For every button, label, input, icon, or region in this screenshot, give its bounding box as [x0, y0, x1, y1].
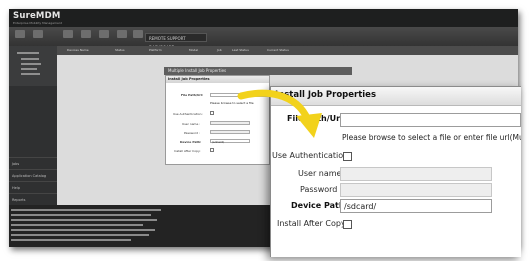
- column-header[interactable]: Status: [115, 48, 125, 52]
- small-file-path-label: File Path/Url:: [181, 93, 204, 97]
- small-username-label: User name :: [182, 122, 201, 126]
- log-line: [11, 239, 131, 241]
- small-use-auth-label: Use Authentication:: [173, 112, 203, 116]
- app-logo: SureMDM: [13, 11, 61, 21]
- tree-node[interactable]: [21, 68, 37, 70]
- app-logo-subtitle: Enterprise Mobility Management: [13, 21, 62, 25]
- small-install-job-dialog: Install Job Properties File Path/Url: Pl…: [165, 75, 270, 165]
- username-input[interactable]: [340, 167, 492, 181]
- toolbar-button-icon[interactable]: [33, 30, 43, 38]
- small-device-path-label: Device Path:: [180, 140, 202, 144]
- toolbar-button-icon[interactable]: [117, 30, 127, 38]
- column-header[interactable]: Devices Name: [67, 48, 89, 52]
- toolbar-button-icon[interactable]: [15, 30, 25, 38]
- file-path-label: File Path/Url:: [287, 114, 347, 123]
- log-line: [11, 214, 151, 216]
- small-hint-text: Please browse to select a file: [210, 101, 254, 105]
- small-file-path-input[interactable]: [210, 93, 269, 97]
- install-after-copy-label: Install After Copy:: [277, 219, 348, 228]
- column-header[interactable]: Model: [189, 48, 198, 52]
- sidebar-item-jobs[interactable]: Jobs: [9, 157, 57, 169]
- dialog-title-bar: Install Job Properties: [271, 87, 521, 106]
- device-grid-header: Devices Name Status Platform Model Job L…: [57, 46, 518, 55]
- small-use-auth-checkbox[interactable]: [210, 111, 214, 115]
- column-header[interactable]: Platform: [149, 48, 162, 52]
- file-path-input[interactable]: [340, 113, 521, 127]
- toolbar-button-icon[interactable]: [63, 30, 73, 38]
- install-job-properties-dialog: Install Job Properties File Path/Url: Pl…: [270, 86, 521, 257]
- toolbar-button-icon[interactable]: [99, 30, 109, 38]
- app-toolbar: REMOTE SUPPORT DASHBOARD: [9, 27, 518, 50]
- dialog-title: Install Job Properties: [275, 90, 377, 100]
- small-install-after-copy-checkbox[interactable]: [210, 148, 214, 152]
- tree-node[interactable]: [21, 73, 40, 75]
- tree-node[interactable]: [21, 63, 41, 65]
- column-header[interactable]: Current Status: [267, 48, 289, 52]
- multiple-install-window-title: Multiple Install Job Properties: [164, 67, 352, 75]
- small-username-input[interactable]: [210, 121, 250, 125]
- app-header: SureMDM Enterprise Mobility Management: [9, 9, 518, 27]
- small-password-label: Password :: [184, 131, 200, 135]
- log-line: [11, 219, 157, 221]
- log-line: [11, 229, 155, 231]
- use-authentication-label: Use Authentication:: [272, 151, 351, 160]
- password-input[interactable]: [340, 183, 492, 197]
- device-path-value: /sdcard/: [344, 202, 377, 211]
- sidebar-item-application-catalog[interactable]: Application Catalog: [9, 169, 57, 181]
- password-label: Password :: [300, 185, 343, 194]
- log-line: [11, 224, 143, 226]
- small-device-path-input[interactable]: /sdcard/: [210, 139, 250, 144]
- column-header[interactable]: Job: [217, 48, 222, 52]
- use-authentication-checkbox[interactable]: [343, 152, 352, 161]
- install-after-copy-checkbox[interactable]: [343, 220, 352, 229]
- tree-node[interactable]: [21, 58, 39, 60]
- device-group-tree: [9, 46, 57, 86]
- device-path-input[interactable]: /sdcard/: [340, 199, 492, 213]
- remote-support-dashboard-button[interactable]: REMOTE SUPPORT DASHBOARD: [145, 33, 207, 50]
- sidebar-item-reports[interactable]: Reports: [9, 193, 57, 205]
- toolbar-button-icon[interactable]: [81, 30, 91, 38]
- column-header[interactable]: Last Status: [232, 48, 249, 52]
- tree-node[interactable]: [17, 52, 39, 54]
- sidebar-item-help[interactable]: Help: [9, 181, 57, 193]
- small-device-path-value: /sdcard/: [212, 140, 225, 144]
- toolbar-button-icon[interactable]: [133, 30, 143, 38]
- small-dialog-title: Install Job Properties: [166, 76, 269, 83]
- log-line: [11, 209, 161, 211]
- file-path-hint: Please browse to select a file or enter …: [342, 133, 521, 142]
- log-line: [11, 234, 149, 236]
- small-install-after-copy-label: Install After Copy:: [174, 149, 201, 153]
- screenshot-stage: SureMDM Enterprise Mobility Management R…: [0, 0, 530, 261]
- small-password-input[interactable]: [210, 130, 250, 134]
